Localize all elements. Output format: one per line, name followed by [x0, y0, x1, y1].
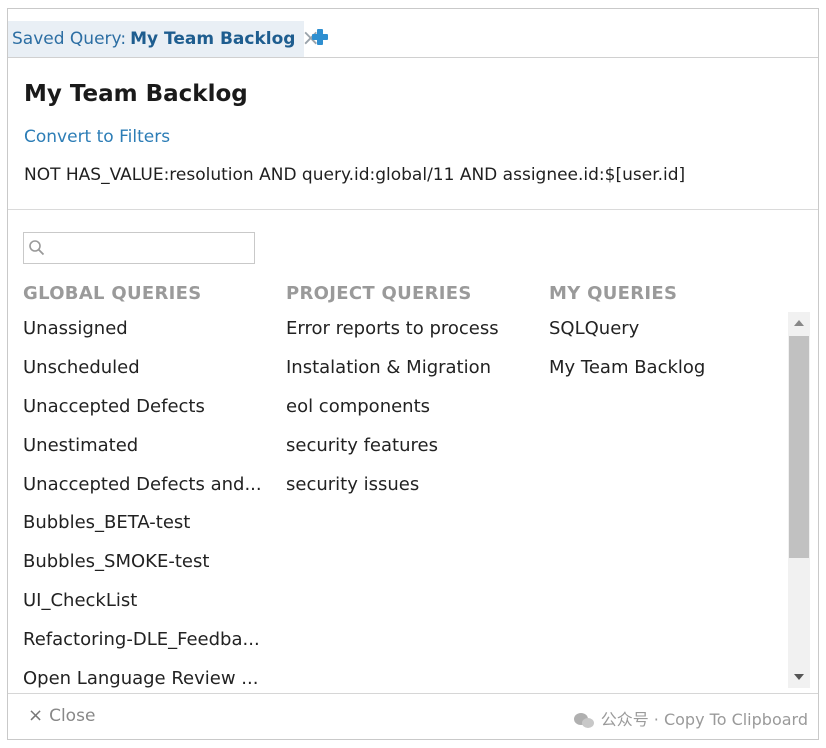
list-item[interactable]: Instalation & Migration	[286, 354, 536, 393]
list-item[interactable]: Unaccepted Defects and...	[23, 471, 268, 510]
list-item[interactable]: Refactoring-DLE_Feedba...	[23, 626, 268, 665]
list-item[interactable]: Unestimated	[23, 432, 268, 471]
scroll-up-icon[interactable]	[794, 320, 804, 326]
list-item[interactable]: SQLQuery	[549, 315, 769, 354]
wechat-icon	[573, 712, 594, 728]
divider	[8, 209, 818, 210]
project-queries-column: PROJECT QUERIES Error reports to process…	[286, 283, 536, 509]
search-box	[23, 232, 255, 264]
list-item[interactable]: Unscheduled	[23, 354, 268, 393]
list-item[interactable]: Error reports to process	[286, 315, 536, 354]
list-item[interactable]: Unassigned	[23, 315, 268, 354]
footer: × Close 公众号 · Copy To Clipboard	[8, 693, 818, 739]
tab-saved-query[interactable]: Saved Query: My Team Backlog ×	[8, 21, 320, 57]
list-item[interactable]: eol components	[286, 393, 536, 432]
close-label: Close	[49, 706, 96, 726]
watermark: 公众号 · Copy To Clipboard	[573, 706, 808, 730]
tab-prefix: Saved Query:	[12, 29, 127, 49]
query-text: NOT HAS_VALUE:resolution AND query.id:gl…	[24, 165, 686, 185]
my-queries-column: MY QUERIES SQLQuery My Team Backlog	[549, 283, 769, 393]
project-queries-header: PROJECT QUERIES	[286, 283, 472, 304]
search-icon	[29, 240, 45, 256]
close-button[interactable]: × Close	[28, 705, 95, 726]
scroll-down-icon[interactable]	[794, 674, 804, 680]
convert-to-filters-link[interactable]: Convert to Filters	[24, 127, 170, 147]
list-item[interactable]: Bubbles_SMOKE-test	[23, 548, 268, 587]
list-item[interactable]: UI_CheckList	[23, 587, 268, 626]
list-item[interactable]: Unaccepted Defects	[23, 393, 268, 432]
tab-bar: Saved Query: My Team Backlog ×	[8, 21, 818, 58]
list-item[interactable]: Bubbles_BETA-test	[23, 509, 268, 548]
my-queries-header: MY QUERIES	[549, 283, 678, 304]
search-input[interactable]	[50, 236, 254, 262]
list-item[interactable]: My Team Backlog	[549, 354, 769, 393]
saved-query-panel: Saved Query: My Team Backlog × My Team B…	[7, 8, 819, 740]
page-title: My Team Backlog	[24, 81, 248, 107]
list-item[interactable]: security issues	[286, 471, 536, 510]
tab-name: My Team Backlog	[130, 29, 296, 49]
plus-icon[interactable]	[311, 28, 329, 46]
global-queries-column: GLOBAL QUERIES Unassigned Unscheduled Un…	[23, 283, 268, 704]
close-icon: ×	[28, 705, 44, 726]
watermark-text: 公众号 · Copy To Clipboard	[600, 710, 808, 729]
list-item[interactable]: security features	[286, 432, 536, 471]
scrollbar-thumb[interactable]	[789, 336, 809, 558]
global-queries-header: GLOBAL QUERIES	[23, 283, 202, 304]
vertical-scrollbar[interactable]	[788, 312, 810, 688]
